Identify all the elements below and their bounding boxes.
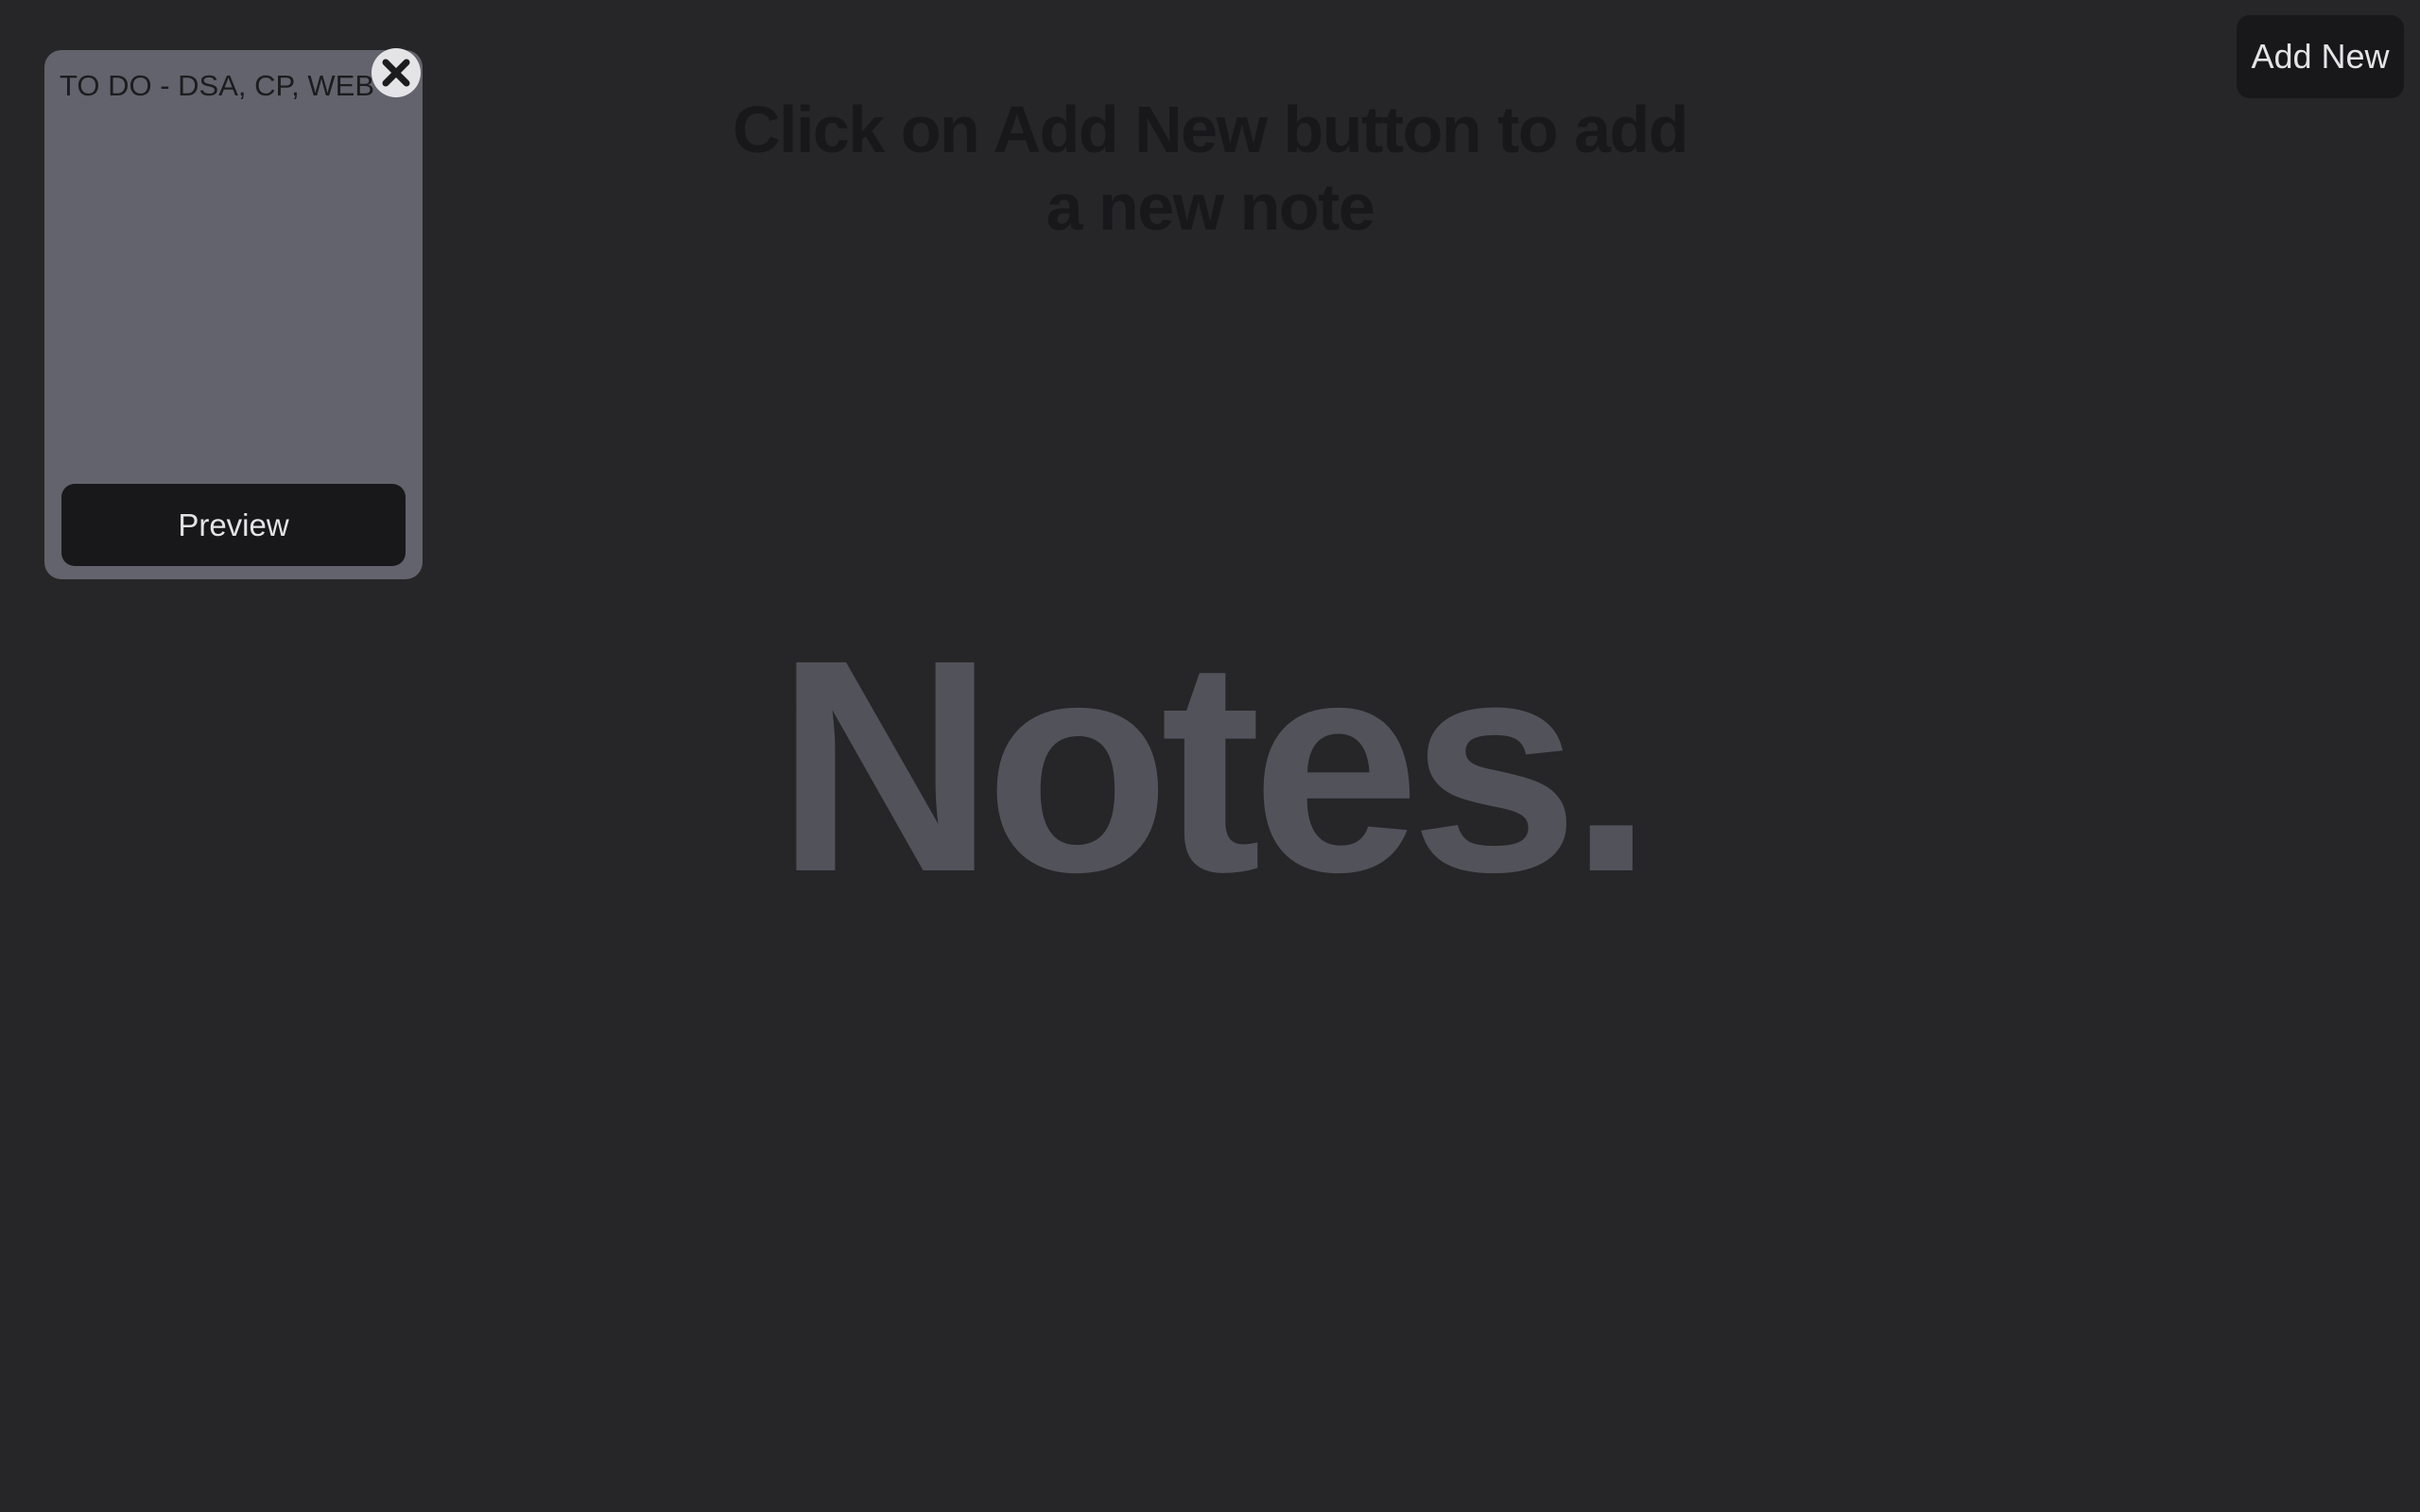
note-text[interactable]: TO DO - DSA, CP, WEB xyxy=(60,69,407,103)
preview-button[interactable]: Preview xyxy=(61,484,406,566)
note-card: TO DO - DSA, CP, WEB Preview xyxy=(44,48,423,579)
close-icon[interactable] xyxy=(372,48,421,97)
hint-line-2: a new note xyxy=(1046,170,1375,244)
empty-hint: Click on Add New button to add a new note xyxy=(718,91,1702,246)
notes-watermark: Notes. xyxy=(776,596,1653,935)
hint-line-1: Click on Add New button to add xyxy=(732,93,1689,166)
add-new-button[interactable]: Add New xyxy=(2237,15,2404,98)
notes-app: Add New Click on Add New button to add a … xyxy=(0,0,2420,1512)
